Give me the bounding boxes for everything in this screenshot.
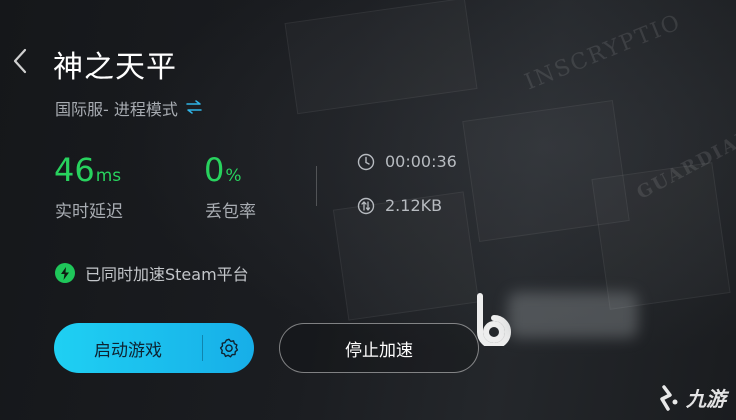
packet-loss-label: 丢包率 — [205, 202, 256, 222]
traffic-value: 2.12KB — [385, 196, 443, 215]
game-title: 神之天平 — [53, 50, 177, 85]
bolt-icon — [55, 263, 75, 283]
steam-accel-text: 已同时加速Steam平台 — [85, 265, 249, 284]
watermark-blurred-text — [508, 292, 638, 338]
latency-value: 46ms — [54, 154, 121, 186]
server-mode-label: 国际服- 进程模式 — [55, 100, 178, 119]
site-logo: 九游 — [656, 383, 726, 412]
chevron-left-icon — [13, 48, 27, 74]
steam-accel-note: 已同时加速Steam平台 — [55, 261, 249, 285]
duration-value: 00:00:36 — [385, 152, 457, 171]
stats-divider — [316, 166, 317, 206]
latency-label: 实时延迟 — [55, 202, 123, 222]
site-logo-text: 九游 — [686, 387, 726, 411]
back-button[interactable] — [8, 44, 32, 78]
site-logo-icon — [660, 384, 678, 411]
stop-accel-button[interactable]: 停止加速 — [279, 323, 479, 373]
traffic-icon — [357, 197, 375, 214]
packet-loss-number: 0 — [204, 151, 225, 189]
packet-loss-value: 0% — [204, 154, 242, 186]
latency-unit: ms — [95, 166, 122, 186]
gear-icon — [219, 338, 238, 358]
server-mode: 国际服- 进程模式 — [55, 96, 202, 120]
clock-icon — [357, 153, 375, 170]
traffic-row: 2.12KB — [357, 196, 442, 215]
packet-loss-unit: % — [225, 166, 242, 186]
game-settings-button[interactable] — [203, 337, 254, 359]
latency-number: 46 — [54, 151, 95, 189]
start-game-label: 启动游戏 — [94, 340, 162, 361]
swap-icon[interactable] — [186, 99, 202, 118]
duration-row: 00:00:36 — [357, 152, 457, 171]
start-game-button[interactable]: 启动游戏 — [54, 323, 254, 373]
